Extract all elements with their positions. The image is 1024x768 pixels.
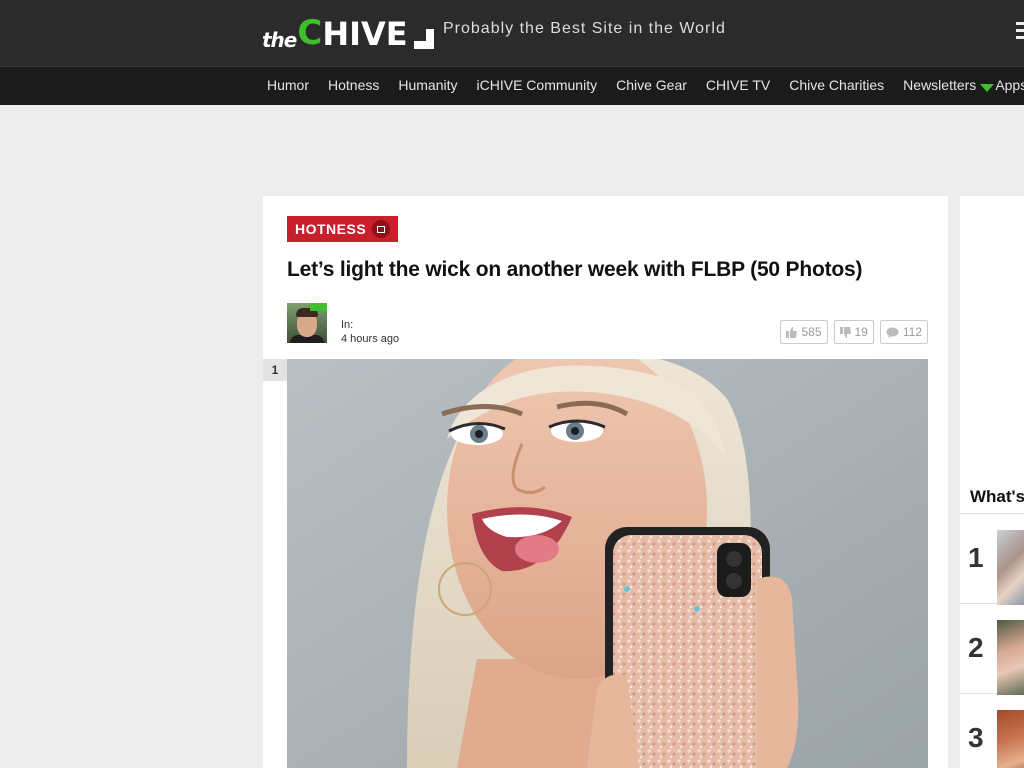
logo-c: C [297,13,323,53]
gallery-icon [372,220,391,238]
article-card: HOTNESS Let’s light the wick on another … [263,196,948,768]
nav-humanity[interactable]: Humanity [398,77,457,93]
nav-chive-tv[interactable]: CHIVE TV [706,77,770,93]
thumbs-up-icon [786,326,798,338]
dislike-button[interactable]: 19 [833,320,874,344]
site-header: the C HIVE Probably the Best Site in the… [0,0,1024,66]
nav-humor[interactable]: Humor [267,77,309,93]
main-nav: Humor Hotness Humanity iCHIVE Community … [0,66,1024,105]
thumbs-down-icon [839,326,851,338]
article-title[interactable]: Let’s light the wick on another week wit… [287,258,863,282]
dropdown-triangle-icon [980,84,995,92]
article-stats: 585 19 112 [774,320,928,344]
comment-bubble-icon [886,327,899,338]
like-count: 585 [801,325,822,339]
meta-timestamp: 4 hours ago [341,333,400,345]
nav-chive-gear[interactable]: Chive Gear [616,77,687,93]
menu-icon[interactable] [1016,22,1024,43]
trending-item-2[interactable]: 2 [960,604,1024,695]
author-avatar[interactable] [287,303,327,343]
gallery-photo-1[interactable] [287,359,928,768]
comment-count: 112 [902,325,922,339]
trending-item-1[interactable]: 1 [960,514,1024,605]
trending-rank: 1 [968,542,984,573]
trending-thumbnail [997,530,1024,605]
category-label: HOTNESS [295,221,367,237]
meta-in-label: In: [341,319,354,331]
category-tag[interactable]: HOTNESS [287,216,399,242]
comments-button[interactable]: 112 [879,320,928,344]
dislike-count: 19 [854,325,868,339]
nav-hotness[interactable]: Hotness [328,77,379,93]
sidebar-title: What's [970,487,1024,506]
logo-the: the [262,28,297,52]
sidebar-trending: What's 1 2 3 [960,196,1024,768]
photo-number-badge: 1 [263,359,287,381]
logo-hive: HIVE [322,15,408,53]
trending-item-3[interactable]: 3 [960,694,1024,768]
nav-ichive-community[interactable]: iCHIVE Community [477,77,598,93]
site-logo[interactable]: the C HIVE [262,14,434,50]
trending-thumbnail [997,710,1024,768]
nav-newsletters-label: Newsletters [903,77,977,93]
trending-thumbnail [997,620,1024,695]
nav-chive-charities[interactable]: Chive Charities [789,77,884,93]
selfie-photo-illustration [287,359,928,768]
like-button[interactable]: 585 [780,320,828,344]
trending-rank: 3 [968,722,984,753]
site-tagline: Probably the Best Site in the World [443,20,726,37]
nav-apps[interactable]: Apps [995,77,1024,93]
logo-corner-mark [413,29,434,49]
trending-rank: 2 [968,632,984,663]
nav-newsletters[interactable]: Newsletters [903,77,995,93]
article-meta: In: 4 hours ago [341,318,399,346]
